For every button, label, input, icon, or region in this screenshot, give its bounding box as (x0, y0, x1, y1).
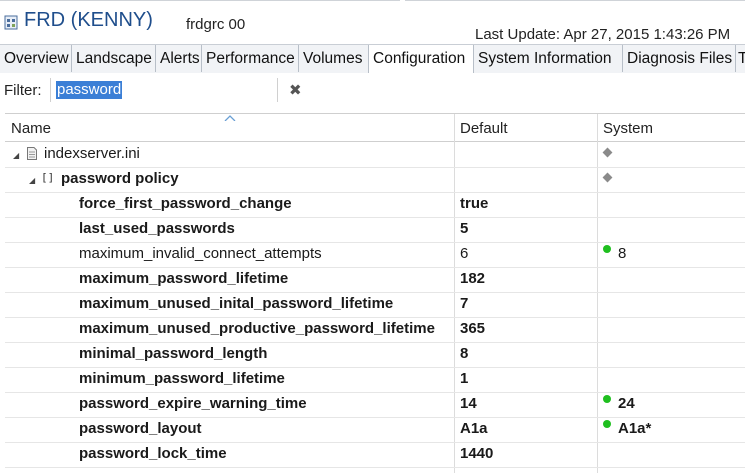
row-default: 14 (460, 395, 477, 412)
row-default: 1440 (460, 445, 494, 462)
row-system: 24 (618, 395, 635, 412)
inherited-marker-icon (602, 172, 613, 183)
collapse-arrow-icon[interactable]: ◢ (13, 151, 19, 160)
collapse-arrow-icon[interactable]: ◢ (29, 176, 35, 185)
row-default: 5 (460, 220, 469, 237)
filter-label: Filter: (4, 82, 42, 99)
row-default: 182 (460, 270, 486, 287)
row-system: A1a* (618, 420, 652, 437)
tab-alerts[interactable]: Alerts (156, 45, 202, 72)
table-row[interactable]: password_lock_time 1440 (5, 442, 745, 468)
title-bar: FRD (KENNY) frdgrc 00 Last Update: Apr 2… (0, 0, 745, 43)
row-name: maximum_invalid_connect_attempts (79, 245, 322, 262)
row-name: maximum_password_lifetime (79, 270, 289, 287)
row-default: A1a (460, 420, 488, 437)
top-edge (0, 0, 745, 3)
row-name: password_lock_time (79, 445, 227, 462)
row-name: password policy (61, 170, 179, 187)
row-name: password_layout (79, 420, 202, 437)
row-name: minimal_password_length (79, 345, 268, 362)
changed-value-icon (603, 420, 611, 428)
last-update: Last Update: Apr 27, 2015 1:43:26 PM (475, 26, 731, 43)
inherited-marker-icon (602, 147, 613, 158)
table-row[interactable]: maximum_unused_productive_password_lifet… (5, 317, 745, 343)
row-default: 365 (460, 320, 486, 337)
row-default: 1 (460, 370, 469, 387)
table-row[interactable]: minimal_password_length 8 (5, 342, 745, 368)
column-header-default[interactable]: Default (460, 120, 508, 137)
tab-bar: Overview Landscape Alerts Performance Vo… (0, 44, 745, 74)
table-row[interactable]: maximum_invalid_connect_attempts 6 8 (5, 242, 745, 268)
clear-filter-icon[interactable]: ✖ (289, 81, 302, 99)
table-row[interactable]: force_first_password_change true (5, 192, 745, 218)
table-row[interactable]: maximum_password_lifetime 182 (5, 267, 745, 293)
changed-value-icon (603, 245, 611, 253)
tab-configuration[interactable]: Configuration (368, 45, 474, 73)
filter-value: password (56, 81, 123, 99)
row-default: 7 (460, 295, 469, 312)
table-header: Name Default System (5, 114, 745, 142)
file-icon (27, 147, 37, 160)
column-header-system[interactable]: System (603, 120, 653, 137)
table-row[interactable]: maximum_unused_inital_password_lifetime … (5, 292, 745, 318)
system-host: frdgrc 00 (186, 16, 246, 33)
configuration-table: Name Default System ◢ indexserver.ini ◢ … (5, 113, 745, 473)
table-row[interactable]: ◢ [] password policy (5, 167, 745, 193)
tab-volumes[interactable]: Volumes (299, 45, 369, 72)
row-name: password_expire_warning_time (79, 395, 307, 412)
table-row[interactable]: last_used_passwords 5 (5, 217, 745, 243)
row-default: 6 (460, 245, 469, 262)
row-default: 8 (460, 345, 469, 362)
sort-ascending-icon (224, 115, 236, 121)
section-icon: [] (41, 171, 55, 184)
tab-diagnosis-files[interactable]: Diagnosis Files (623, 45, 736, 72)
system-title: FRD (KENNY) (24, 9, 153, 31)
changed-value-icon (603, 395, 611, 403)
row-system: 8 (618, 245, 627, 262)
tab-landscape[interactable]: Landscape (72, 45, 156, 72)
tab-trace[interactable]: T (736, 45, 745, 72)
row-name: maximum_unused_productive_password_lifet… (79, 320, 435, 337)
row-default: true (460, 195, 489, 212)
table-row[interactable]: password_layout A1a A1a* (5, 417, 745, 443)
table-row[interactable]: password_expire_warning_time 14 24 (5, 392, 745, 418)
row-name: minimum_password_lifetime (79, 370, 285, 387)
row-name: last_used_passwords (79, 220, 235, 237)
tab-performance[interactable]: Performance (202, 45, 299, 72)
table-row[interactable]: minimum_password_lifetime 1 (5, 367, 745, 393)
tab-system-information[interactable]: System Information (474, 45, 623, 72)
row-name: indexserver.ini (44, 145, 140, 162)
filter-bar: Filter: password ✖ (0, 73, 745, 109)
database-icon (4, 15, 18, 30)
filter-input[interactable]: password (50, 78, 278, 102)
tab-overview[interactable]: Overview (0, 45, 72, 72)
column-header-name[interactable]: Name (11, 120, 51, 137)
table-row[interactable]: ◢ indexserver.ini (5, 142, 745, 168)
row-name: force_first_password_change (79, 195, 292, 212)
row-name: maximum_unused_inital_password_lifetime (79, 295, 394, 312)
